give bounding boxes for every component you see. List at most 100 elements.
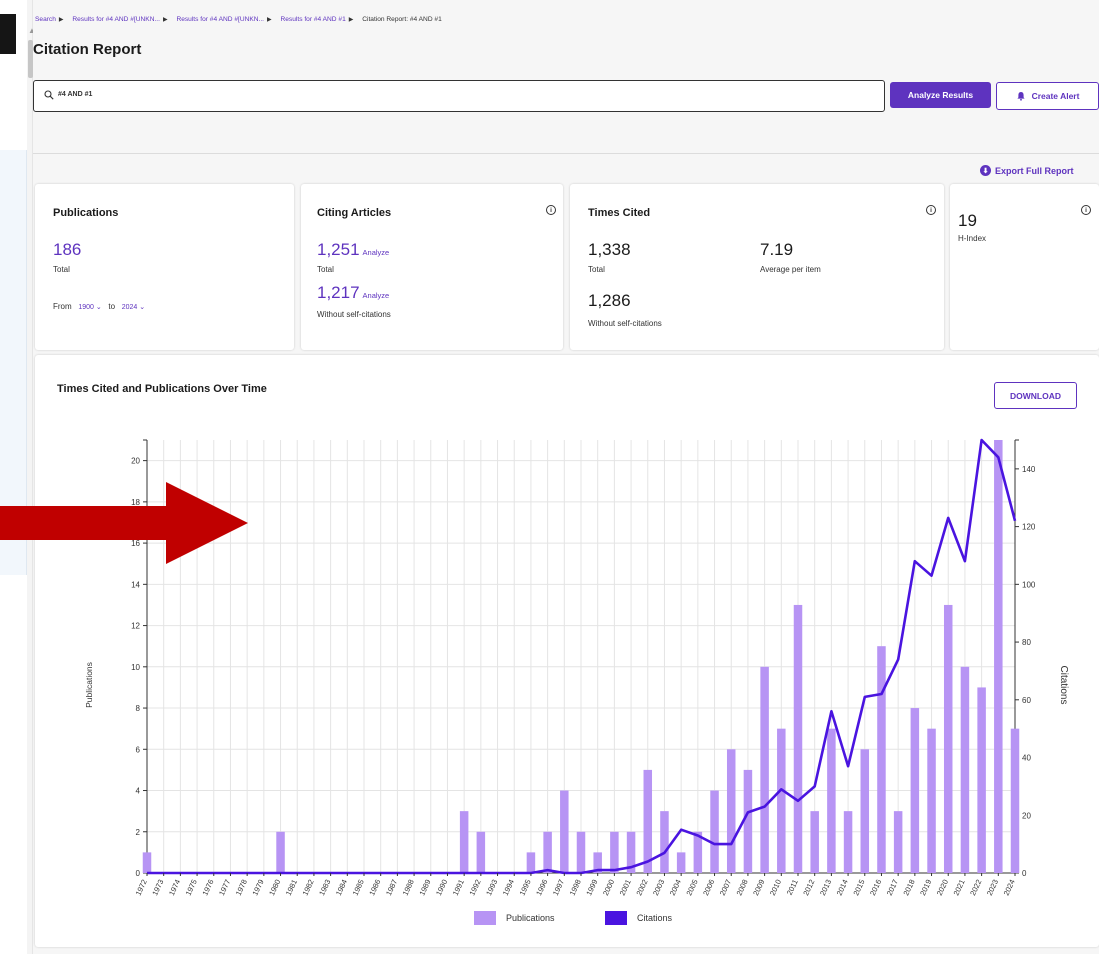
x-axis-tick-label: 1983 — [317, 878, 332, 897]
publications-bar — [994, 440, 1003, 873]
citing-articles-without-self-value[interactable]: 1,217 — [317, 283, 360, 302]
citing-articles-without-self: 1,217 Analyze — [317, 283, 389, 303]
breadcrumb-item-results-3[interactable]: Results for #4 AND #1 — [281, 16, 346, 23]
x-axis-tick-label: 2018 — [901, 878, 916, 897]
bell-icon — [1016, 92, 1025, 101]
citing-articles-total-value[interactable]: 1,251 — [317, 240, 360, 259]
x-axis-tick-label: 2012 — [801, 878, 816, 897]
x-axis-tick-label: 1980 — [267, 878, 282, 897]
analyze-results-button[interactable]: Analyze Results — [890, 82, 991, 108]
y-axis-tick-label: 12 — [131, 622, 140, 631]
publications-total-label: Total — [53, 265, 70, 274]
average-per-item-value: 7.19 — [760, 240, 794, 259]
times-cited-publications-chart: 024681012141618200204060801001201401972 1… — [84, 438, 1069, 925]
h-index-card: 19 H-Index i — [950, 184, 1099, 350]
info-icon[interactable]: i — [546, 205, 556, 215]
publications-bar — [977, 687, 986, 873]
from-label: From — [53, 302, 72, 311]
y2-axis-tick-label: 140 — [1022, 465, 1036, 474]
x-axis-tick-label: 2017 — [885, 878, 900, 897]
y2-axis-tick-label: 80 — [1022, 638, 1031, 647]
y2-axis-tick-label: 40 — [1022, 754, 1031, 763]
x-axis-tick-label: 2022 — [968, 878, 983, 897]
legend-swatch-publications — [474, 911, 496, 925]
times-cited-card: Times Cited i 1,338 Total 7.19 Average p… — [570, 184, 944, 350]
y2-axis-tick-label: 60 — [1022, 696, 1031, 705]
create-alert-button[interactable]: Create Alert — [996, 82, 1099, 110]
x-axis-tick-label: 1995 — [518, 878, 533, 897]
y-axis-label: Publications — [84, 662, 94, 708]
y-axis-tick-label: 0 — [136, 869, 141, 878]
y-axis-tick-label: 20 — [131, 457, 140, 466]
publications-bar — [676, 852, 686, 873]
x-axis-tick-label: 1994 — [501, 878, 516, 897]
x-axis-tick-label: 1990 — [434, 878, 449, 897]
info-icon[interactable]: i — [926, 205, 936, 215]
x-axis-tick-label: 2019 — [918, 878, 933, 897]
publications-total-value[interactable]: 186 — [53, 240, 81, 260]
publications-bar — [526, 852, 536, 873]
breadcrumb-item-results-1[interactable]: Results for #4 AND #[UNKN... — [72, 16, 160, 23]
breadcrumb-item-results-2[interactable]: Results for #4 AND #[UNKN... — [176, 16, 264, 23]
x-axis-tick-label: 2021 — [952, 878, 967, 897]
citing-articles-total-label: Total — [317, 265, 334, 274]
times-cited-without-self-value: 1,286 — [588, 291, 631, 310]
chart-card: Times Cited and Publications Over Time D… — [35, 355, 1099, 947]
x-axis-tick-label: 1991 — [451, 878, 466, 897]
x-axis-tick-label: 2009 — [751, 878, 766, 897]
publications-bar — [877, 646, 886, 873]
analyze-citing-link[interactable]: Analyze — [363, 248, 390, 257]
x-axis-tick-label: 2000 — [601, 878, 616, 897]
y-axis-tick-label: 6 — [136, 745, 141, 754]
publications-bar — [843, 811, 853, 873]
search-icon — [44, 90, 54, 100]
x-axis-tick-label: 1993 — [484, 878, 499, 897]
publications-bar — [960, 666, 970, 873]
times-cited-total-label: Total — [588, 265, 605, 274]
red-arrow-annotation-icon — [0, 482, 248, 564]
search-input[interactable]: #4 AND #1 — [33, 80, 885, 112]
analyze-without-self-link[interactable]: Analyze — [363, 291, 390, 300]
publications-range: From 1900 ⌄ to 2024 ⌄ — [53, 302, 145, 311]
breadcrumb-separator-icon: ▶ — [58, 17, 64, 23]
download-icon: ⬇ — [980, 165, 991, 176]
breadcrumb-item-search[interactable]: Search — [35, 16, 56, 23]
export-full-report-link[interactable]: ⬇ Export Full Report — [980, 165, 1074, 176]
publications-bar — [860, 749, 870, 873]
citing-articles-total: 1,251 Analyze — [317, 240, 389, 260]
x-axis-tick-label: 1996 — [534, 878, 549, 897]
x-axis-tick-label: 1985 — [351, 878, 366, 897]
breadcrumb-separator-icon: ▶ — [348, 17, 354, 23]
y-axis-tick-label: 14 — [131, 580, 140, 589]
x-axis-tick-label: 1999 — [584, 878, 599, 897]
x-axis-tick-label: 1984 — [334, 878, 349, 897]
times-cited-total-value: 1,338 — [588, 240, 631, 259]
x-axis-tick-label: 2006 — [701, 878, 716, 897]
search-query-text[interactable]: #4 AND #1 — [58, 91, 92, 98]
x-axis-tick-label: 2005 — [684, 878, 699, 897]
citing-articles-card: Citing Articles i 1,251 Analyze Total 1,2… — [301, 184, 563, 350]
y2-axis-label: Citations — [1058, 666, 1069, 705]
from-year-select[interactable]: 1900 ⌄ — [78, 304, 101, 311]
x-axis-tick-label: 1992 — [467, 878, 482, 897]
legend-label-citations: Citations — [637, 913, 673, 923]
y2-axis-tick-label: 120 — [1022, 523, 1036, 532]
info-icon[interactable]: i — [1081, 205, 1091, 215]
h-index-value: 19 — [958, 211, 977, 230]
x-axis-tick-label: 1981 — [284, 878, 299, 897]
y2-axis-tick-label: 0 — [1022, 869, 1027, 878]
y-axis-tick-label: 2 — [136, 828, 141, 837]
publications-bar — [827, 728, 836, 873]
publications-bar — [743, 769, 753, 873]
citing-articles-title: Citing Articles — [317, 207, 392, 219]
x-axis-tick-label: 1987 — [384, 878, 399, 897]
y2-axis-tick-label: 100 — [1022, 580, 1036, 589]
x-axis-tick-label: 1972 — [134, 878, 149, 897]
x-axis-tick-label: 2024 — [1002, 878, 1017, 897]
publications-bar — [576, 831, 586, 873]
page-title: Citation Report — [33, 41, 142, 58]
publications-bar — [1010, 728, 1020, 873]
x-axis-tick-label: 1989 — [417, 878, 432, 897]
y-axis-tick-label: 4 — [136, 787, 141, 796]
to-year-select[interactable]: 2024 ⌄ — [122, 304, 145, 311]
